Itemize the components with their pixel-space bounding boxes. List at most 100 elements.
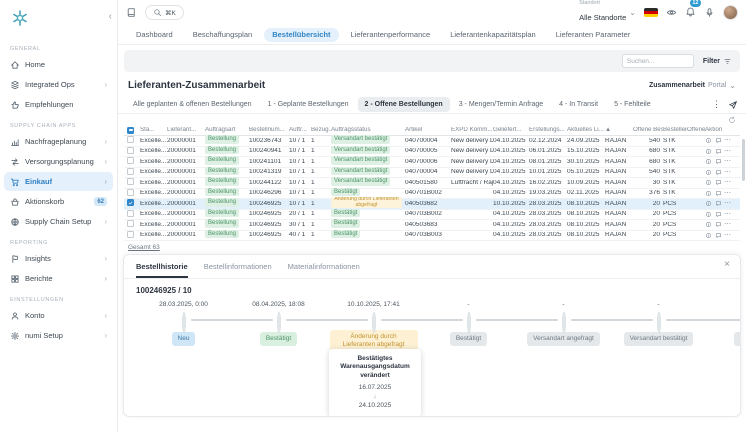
sidebar-item-numi-setup[interactable]: numi Setup›	[4, 326, 113, 345]
column-header[interactable]: Offene Best...	[633, 127, 663, 133]
column-header[interactable]: Auftr...	[289, 127, 307, 133]
comment-icon[interactable]	[715, 148, 722, 155]
row-checkbox[interactable]	[127, 178, 134, 185]
microphone-icon[interactable]	[704, 7, 715, 18]
subtab-alle-geplanten-offenen-bestellungen[interactable]: Alle geplanten & offenen Bestellungen	[126, 97, 259, 112]
more-actions-icon[interactable]: ⋯	[724, 158, 732, 165]
german-flag-icon[interactable]	[644, 8, 658, 17]
notebook-icon[interactable]	[126, 7, 137, 18]
subtab-1-geplante-bestellungen[interactable]: 1 - Geplante Bestellungen	[261, 97, 356, 112]
global-search-button[interactable]: ⌘K	[145, 5, 184, 20]
tab-bestellübersicht[interactable]: Bestellübersicht	[264, 28, 338, 42]
sidebar-item-berichte[interactable]: Berichte›	[4, 269, 113, 288]
more-actions-icon[interactable]: ⋯	[724, 190, 732, 197]
info-icon[interactable]	[705, 221, 712, 228]
more-actions-icon[interactable]: ⋯	[724, 211, 732, 218]
info-icon[interactable]	[705, 169, 712, 176]
info-icon[interactable]	[705, 179, 712, 186]
sidebar-item-nachfrageplanung[interactable]: Nachfrageplanung›	[4, 132, 113, 151]
comment-icon[interactable]	[715, 221, 722, 228]
row-checkbox[interactable]	[127, 189, 134, 196]
column-header[interactable]: Lieferant...	[167, 127, 196, 133]
column-header[interactable]: Bestellnum...	[249, 127, 285, 133]
info-icon[interactable]	[705, 190, 712, 197]
table-row[interactable]: Excelle...20000001Bestellung10024692540 …	[124, 231, 740, 242]
column-header[interactable]: Bezug...	[311, 127, 331, 133]
row-checkbox[interactable]	[127, 136, 134, 143]
table-total[interactable]: Gesamt 63	[118, 241, 170, 253]
info-icon[interactable]	[705, 148, 712, 155]
sidebar-item-supply-chain-setup[interactable]: Supply Chain Setup›	[4, 212, 113, 231]
detail-tab-materialinformationen[interactable]: Materialinformationen	[288, 262, 360, 278]
view-picker[interactable]: Zusammenarbeit Portal ⌄	[649, 82, 736, 90]
subtab-5-fehlteile[interactable]: 5 - Fehlteile	[607, 97, 658, 112]
sidebar-item-insights[interactable]: Insights›	[4, 249, 113, 268]
kebab-menu-icon[interactable]: ⋮	[712, 100, 721, 109]
detail-tab-bestellhistorie[interactable]: Bestellhistorie	[136, 262, 188, 278]
more-actions-icon[interactable]: ⋯	[724, 137, 732, 144]
comment-icon[interactable]	[715, 137, 722, 144]
more-actions-icon[interactable]: ⋯	[724, 148, 732, 155]
sidebar-item-versorgungsplanung[interactable]: Versorgungsplanung›	[4, 152, 113, 171]
refresh-icon[interactable]	[728, 116, 736, 124]
column-header[interactable]: Aktion	[705, 127, 722, 133]
column-header[interactable]: Sta...	[140, 127, 154, 133]
column-header[interactable]: Auftragsstatus	[331, 127, 371, 133]
tab-beschaffungsplan[interactable]: Beschaffungsplan	[185, 28, 261, 42]
notifications-button[interactable]: 12	[685, 4, 696, 22]
info-icon[interactable]	[705, 137, 712, 144]
subtab-3-mengen-termin-anfrage[interactable]: 3 - Mengen/Termin Anfrage	[452, 97, 550, 112]
row-checkbox[interactable]	[127, 231, 134, 238]
comment-icon[interactable]	[715, 158, 722, 165]
tab-dashboard[interactable]: Dashboard	[128, 28, 181, 42]
row-checkbox[interactable]	[127, 220, 134, 227]
tab-lieferanten-parameter[interactable]: Lieferanten Parameter	[548, 28, 639, 42]
eye-icon[interactable]	[666, 7, 677, 18]
user-avatar[interactable]	[723, 5, 738, 20]
more-actions-icon[interactable]: ⋯	[724, 221, 732, 228]
comment-icon[interactable]	[715, 179, 722, 186]
sidebar-item-konto[interactable]: Konto›	[4, 306, 113, 325]
info-icon[interactable]	[705, 158, 712, 165]
sidebar-item-einkauf[interactable]: Einkauf›	[4, 172, 113, 191]
comment-icon[interactable]	[715, 211, 722, 218]
sidebar-item-aktionskorb[interactable]: Aktionskorb62	[4, 192, 113, 211]
select-all-checkbox[interactable]	[127, 127, 134, 134]
column-header[interactable]: EXPD Komm...	[451, 127, 493, 133]
comment-icon[interactable]	[715, 200, 722, 207]
subtab-4-in-transit[interactable]: 4 - In Transit	[552, 97, 605, 112]
info-icon[interactable]	[705, 232, 712, 239]
sidebar-item-home[interactable]: Home	[4, 55, 113, 74]
column-header[interactable]: Offene	[687, 127, 705, 133]
column-header[interactable]: Erstellungs...	[529, 127, 565, 133]
search-input[interactable]	[622, 54, 694, 68]
subtab-2-offene-bestellungen[interactable]: 2 - Offene Bestellungen	[358, 97, 450, 112]
more-actions-icon[interactable]: ⋯	[724, 169, 732, 176]
more-actions-icon[interactable]: ⋯	[724, 179, 732, 186]
column-header[interactable]: Geliefert...	[493, 127, 522, 133]
table-scrollbar[interactable]	[742, 139, 745, 181]
tab-lieferantenperformance[interactable]: Lieferantenperformance	[343, 28, 439, 42]
more-actions-icon[interactable]: ⋯	[724, 200, 732, 207]
send-icon[interactable]	[728, 100, 738, 110]
filter-button[interactable]: Filter	[703, 57, 732, 66]
sidebar-item-integrated-ops[interactable]: Integrated Ops›	[4, 75, 113, 94]
location-selector[interactable]: Standort Alle Standorte ⌄	[579, 0, 636, 25]
row-checkbox[interactable]	[127, 147, 134, 154]
row-checkbox[interactable]	[127, 157, 134, 164]
comment-icon[interactable]	[715, 169, 722, 176]
info-icon[interactable]	[705, 211, 712, 218]
detail-tab-bestellinformationen[interactable]: Bestellinformationen	[204, 262, 272, 278]
column-header[interactable]: Bestellein...	[663, 127, 687, 133]
row-checkbox[interactable]	[127, 199, 134, 206]
sidebar-collapse-icon[interactable]: ‹	[109, 12, 112, 22]
column-header[interactable]: ▲	[605, 127, 611, 133]
column-header[interactable]: Artikel	[405, 127, 422, 133]
row-checkbox[interactable]	[127, 210, 134, 217]
row-checkbox[interactable]	[127, 168, 134, 175]
close-icon[interactable]: ×	[724, 260, 730, 270]
column-header[interactable]: Auftragsart	[205, 127, 235, 133]
tab-lieferantenkapazitätsplan[interactable]: Lieferantenkapazitätsplan	[442, 28, 543, 42]
info-icon[interactable]	[705, 200, 712, 207]
column-header[interactable]: Aktuelles Li...	[567, 127, 604, 133]
